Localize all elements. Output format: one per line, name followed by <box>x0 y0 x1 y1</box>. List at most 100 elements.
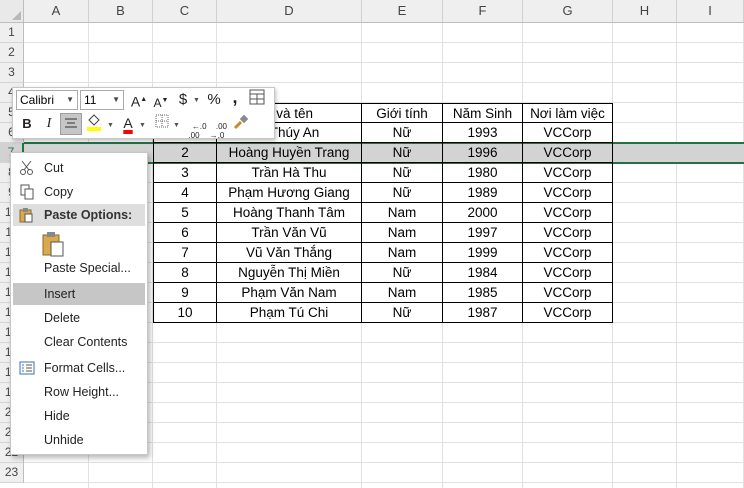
table-header-cell[interactable]: Nơi làm việc <box>523 103 613 123</box>
row-gridline <box>24 82 744 83</box>
table-cell[interactable]: Nữ <box>362 163 443 183</box>
select-all-corner[interactable] <box>0 0 24 23</box>
table-cell[interactable]: VCCorp <box>523 263 613 283</box>
menu-item-format-cells[interactable]: Format Cells... <box>13 357 145 379</box>
comma-style-button[interactable]: , <box>224 86 246 108</box>
table-cell[interactable]: Hoàng Huyền Trang <box>217 143 362 163</box>
menu-item-row-height[interactable]: Row Height... <box>13 381 145 403</box>
borders-button[interactable] <box>151 113 173 135</box>
table-cell[interactable]: Nam <box>362 203 443 223</box>
table-header-cell[interactable]: Giới tính <box>362 103 443 123</box>
table-cell[interactable]: Nam <box>362 223 443 243</box>
percent-style-button[interactable]: % <box>203 89 225 111</box>
table-cell[interactable]: Trần Văn Vũ <box>217 223 362 243</box>
font-color-button[interactable]: A <box>117 112 139 134</box>
table-cell[interactable]: Nữ <box>362 303 443 323</box>
menu-item-insert[interactable]: Insert <box>13 283 145 305</box>
bold-button[interactable]: B <box>16 113 38 135</box>
menu-item-clear-contents[interactable]: Clear Contents <box>13 331 145 353</box>
row-header[interactable]: 2 <box>0 43 24 63</box>
table-cell[interactable]: 1989 <box>443 183 523 203</box>
fill-color-button[interactable] <box>83 113 105 135</box>
decrease-font-size-button[interactable]: A▼ <box>150 90 172 112</box>
column-header[interactable]: E <box>362 0 443 23</box>
borders-icon <box>155 114 169 128</box>
table-cell[interactable]: VCCorp <box>523 303 613 323</box>
column-header[interactable]: A <box>24 0 89 23</box>
table-cell[interactable]: 8 <box>153 263 217 283</box>
table-cell[interactable]: 1984 <box>443 263 523 283</box>
italic-button[interactable]: I <box>38 113 60 135</box>
table-cell[interactable]: Phạm Văn Nam <box>217 283 362 303</box>
table-cell[interactable]: Phạm Hương Giang <box>217 183 362 203</box>
chevron-down-icon[interactable]: ▼ <box>193 97 200 104</box>
row-header[interactable]: 23 <box>0 463 24 483</box>
column-header[interactable]: H <box>613 0 677 23</box>
center-align-button[interactable] <box>60 113 82 135</box>
menu-item-copy[interactable]: Copy <box>13 181 145 203</box>
table-cell[interactable]: 1996 <box>443 143 523 163</box>
table-cell[interactable]: 6 <box>153 223 217 243</box>
accounting-format-button[interactable]: $ <box>172 89 194 111</box>
chevron-down-icon[interactable]: ▼ <box>107 122 114 129</box>
table-cell[interactable]: VCCorp <box>523 163 613 183</box>
column-header[interactable]: C <box>153 0 217 23</box>
table-cell[interactable]: VCCorp <box>523 143 613 163</box>
menu-item-unhide[interactable]: Unhide <box>13 429 145 451</box>
table-cell[interactable]: 1987 <box>443 303 523 323</box>
table-cell[interactable]: VCCorp <box>523 243 613 263</box>
table-cell[interactable]: Nữ <box>362 183 443 203</box>
format-painter-button[interactable] <box>230 113 252 135</box>
table-cell[interactable]: VCCorp <box>523 123 613 143</box>
increase-font-size-button[interactable]: A▲ <box>128 89 150 111</box>
table-cell[interactable]: VCCorp <box>523 283 613 303</box>
chevron-down-icon[interactable]: ▼ <box>139 122 146 129</box>
column-header[interactable]: G <box>523 0 613 23</box>
table-cell[interactable]: Phạm Tú Chi <box>217 303 362 323</box>
row-gridline <box>24 462 744 463</box>
decrease-decimal-button[interactable]: .00 →.0 <box>206 113 228 140</box>
table-cell[interactable]: 1993 <box>443 123 523 143</box>
table-cell[interactable]: 1985 <box>443 283 523 303</box>
column-header[interactable]: I <box>677 0 744 23</box>
table-cell[interactable]: 7 <box>153 243 217 263</box>
table-cell[interactable]: 1980 <box>443 163 523 183</box>
table-cell[interactable]: Vũ Văn Thắng <box>217 243 362 263</box>
column-header[interactable]: D <box>217 0 362 23</box>
table-cell[interactable]: 1997 <box>443 223 523 243</box>
row-header[interactable]: 3 <box>0 63 24 83</box>
table-cell[interactable]: Nam <box>362 243 443 263</box>
menu-item-paste-special[interactable]: Paste Special... <box>13 257 145 279</box>
column-header[interactable]: B <box>89 0 153 23</box>
row-header[interactable]: 1 <box>0 23 24 43</box>
table-cell[interactable]: 4 <box>153 183 217 203</box>
table-cell[interactable]: Nguyễn Thị Miền <box>217 263 362 283</box>
table-cell[interactable]: VCCorp <box>523 203 613 223</box>
paste-option-default[interactable] <box>41 231 65 257</box>
table-cell[interactable]: Nữ <box>362 143 443 163</box>
menu-item-delete[interactable]: Delete <box>13 307 145 329</box>
menu-item-hide[interactable]: Hide <box>13 405 145 427</box>
table-cell[interactable]: Nữ <box>362 263 443 283</box>
font-size-dropdown[interactable]: 11 ▼ <box>80 90 124 110</box>
table-cell[interactable]: Trần Hà Thu <box>217 163 362 183</box>
chevron-down-icon[interactable]: ▼ <box>173 122 180 129</box>
table-cell[interactable]: VCCorp <box>523 183 613 203</box>
table-cell[interactable]: VCCorp <box>523 223 613 243</box>
increase-decimal-button[interactable]: ←.0 .00 <box>183 113 206 140</box>
format-table-button[interactable] <box>246 89 268 111</box>
table-cell[interactable]: Hoàng Thanh Tâm <box>217 203 362 223</box>
column-header[interactable]: F <box>443 0 523 23</box>
menu-item-cut[interactable]: Cut <box>13 157 145 179</box>
table-cell[interactable]: 5 <box>153 203 217 223</box>
table-cell[interactable]: 2000 <box>443 203 523 223</box>
table-header-cell[interactable]: Năm Sinh <box>443 103 523 123</box>
table-cell[interactable]: Nữ <box>362 123 443 143</box>
font-name-dropdown[interactable]: Calibri ▼ <box>16 90 78 110</box>
table-cell[interactable]: 1999 <box>443 243 523 263</box>
table-cell[interactable]: 2 <box>153 143 217 163</box>
table-cell[interactable]: 10 <box>153 303 217 323</box>
table-cell[interactable]: 9 <box>153 283 217 303</box>
table-cell[interactable]: 3 <box>153 163 217 183</box>
table-cell[interactable]: Nam <box>362 283 443 303</box>
